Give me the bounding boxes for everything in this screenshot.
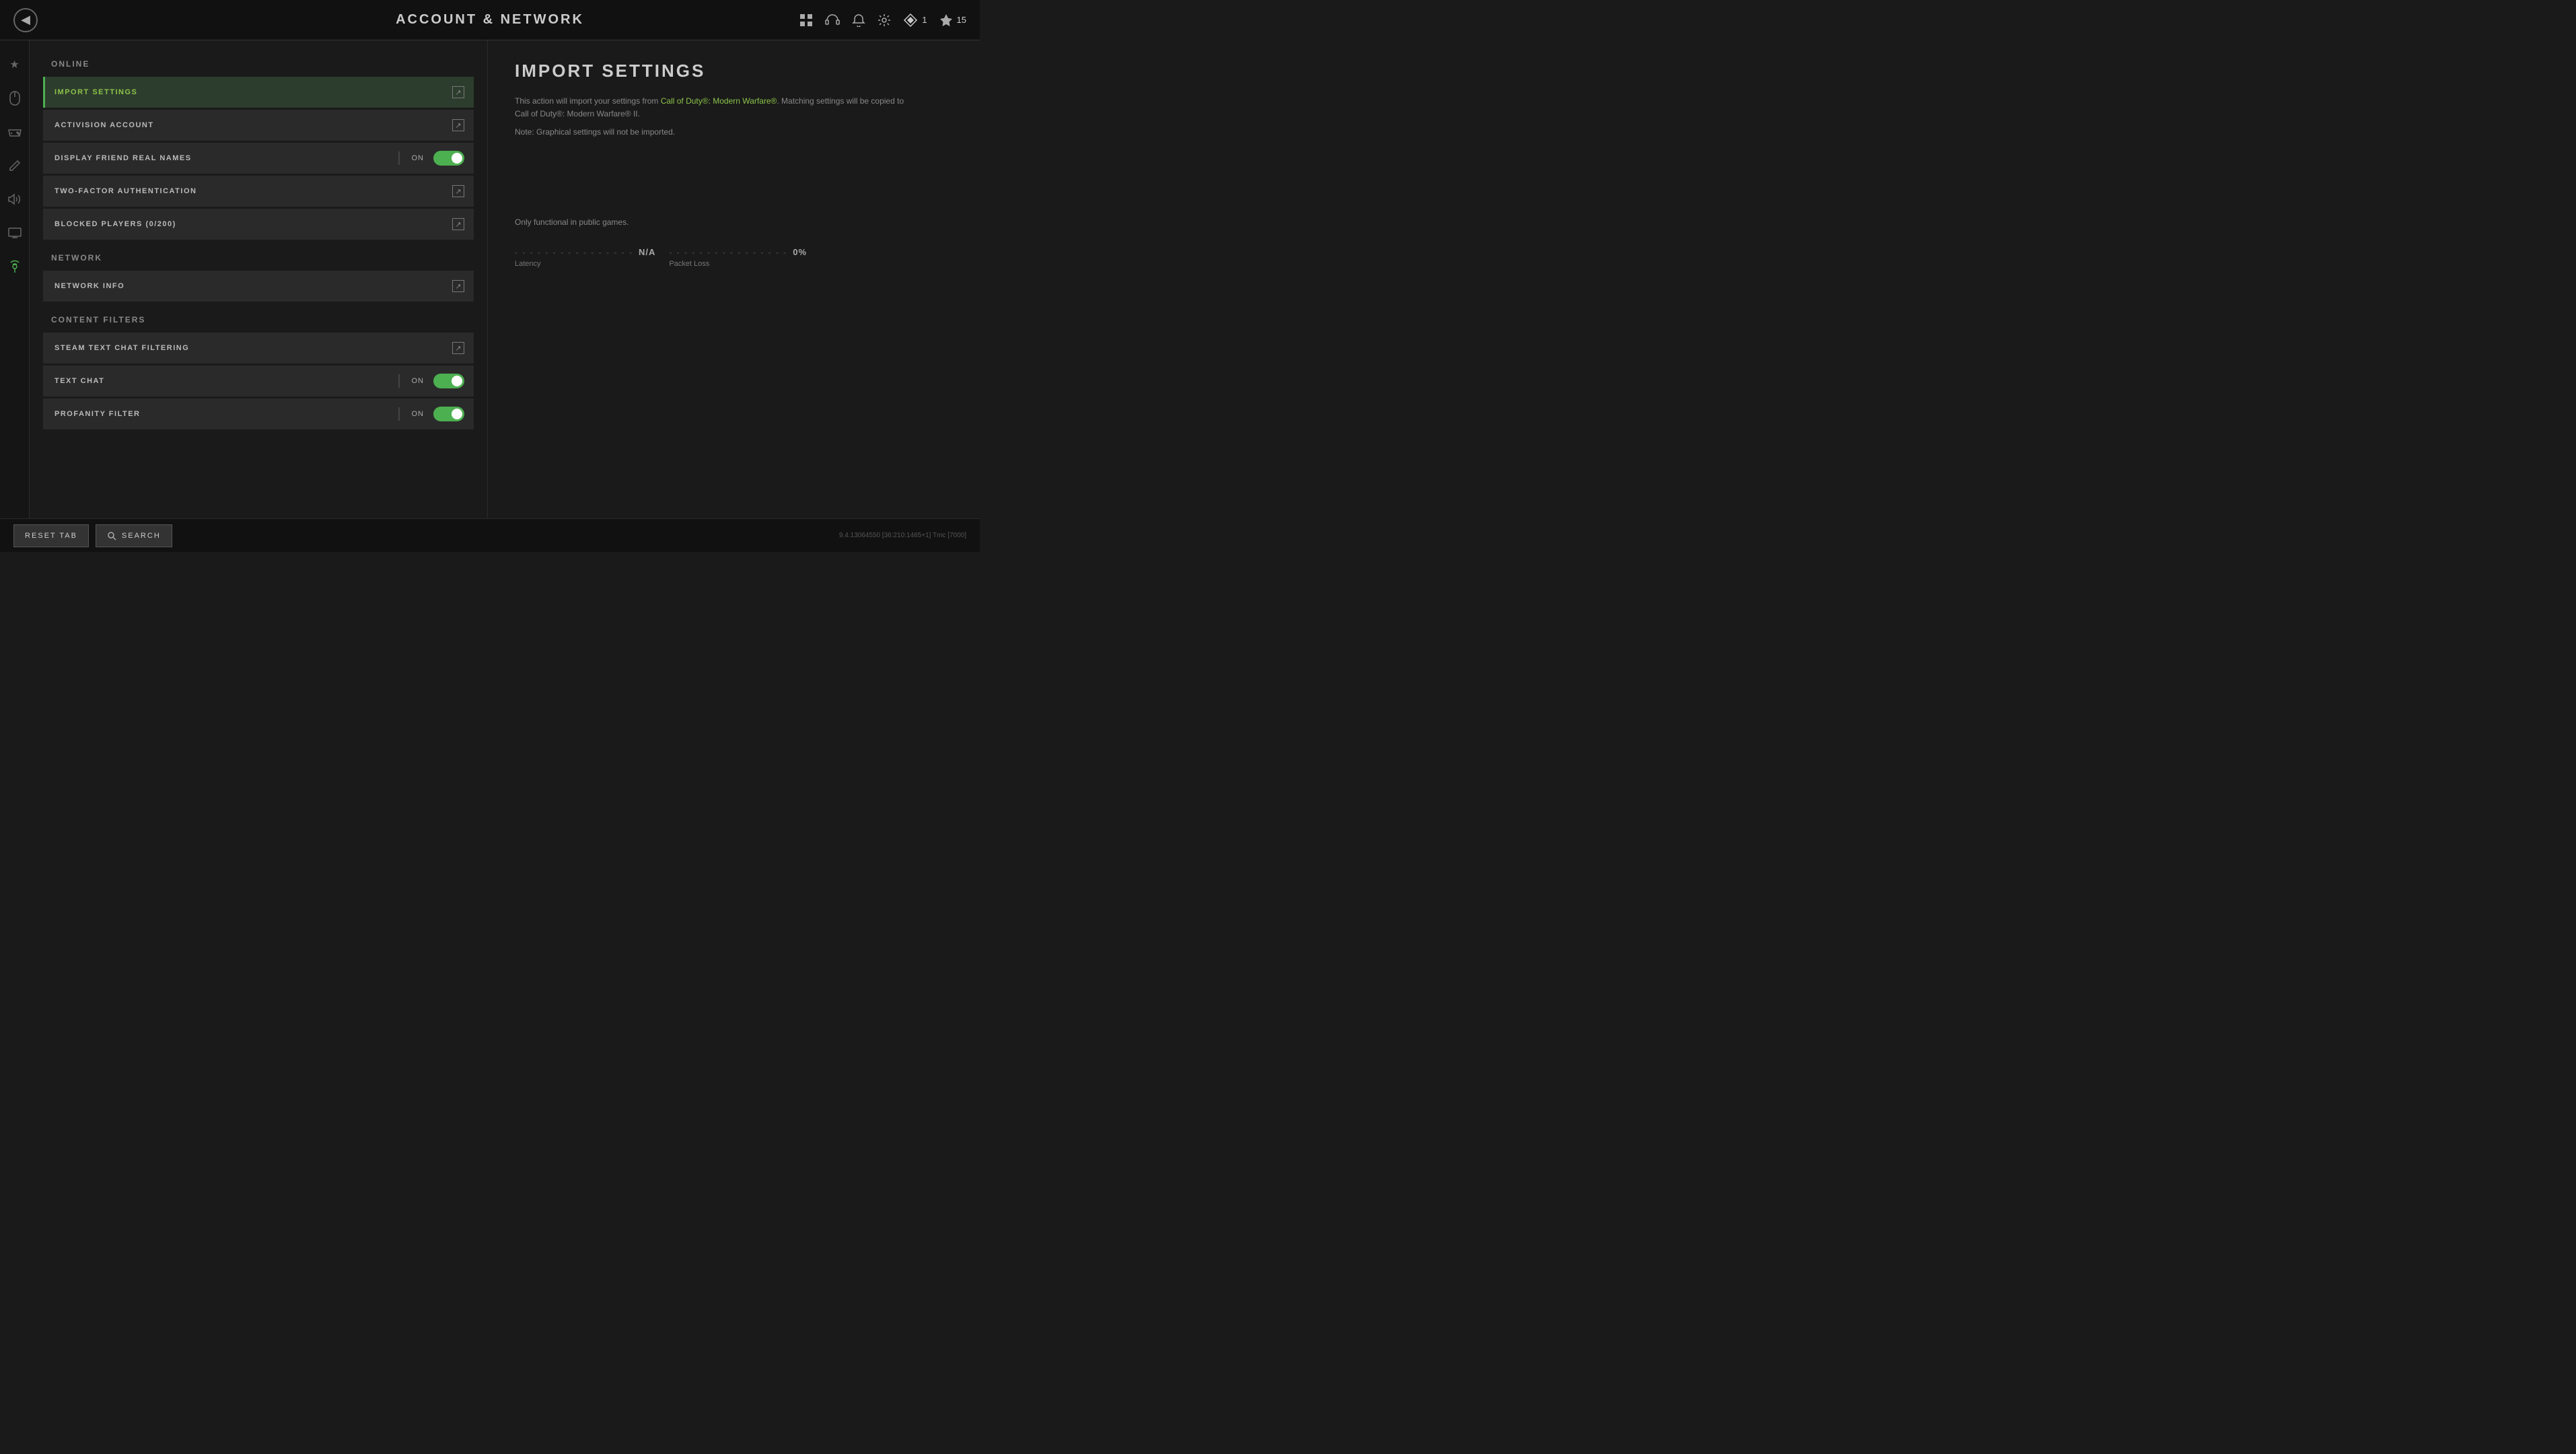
external-link-icon-2 <box>452 119 464 131</box>
display-friend-names-value: ON <box>402 154 434 162</box>
latency-value: N/A <box>639 247 655 257</box>
back-button[interactable]: ◀ <box>13 8 38 32</box>
headset-icon[interactable] <box>825 13 840 27</box>
settings-item-steam-text-chat[interactable]: STEAM TEXT CHAT FILTERING <box>43 333 474 364</box>
settings-item-import-settings[interactable]: IMPORT SETTINGS <box>43 77 474 108</box>
currency-value: 15 <box>957 15 966 25</box>
settings-gear-icon[interactable] <box>878 13 891 27</box>
section-header-content-filters: CONTENT FILTERS <box>43 310 474 330</box>
functional-note: Only functional in public games. <box>515 217 953 227</box>
latency-label: Latency <box>515 260 655 268</box>
settings-panel: ONLINE IMPORT SETTINGS ACTIVISION ACCOUN… <box>30 40 487 518</box>
network-info-label: NETWORK INFO <box>45 282 452 290</box>
reset-tab-button[interactable]: RESET TAB <box>13 524 89 547</box>
back-icon: ◀ <box>21 13 30 27</box>
text-chat-value: ON <box>402 377 434 385</box>
display-friend-names-toggle[interactable] <box>433 151 464 166</box>
divider-2 <box>398 374 400 388</box>
profanity-filter-label: PROFANITY FILTER <box>45 410 396 418</box>
sidebar-icon-antenna[interactable] <box>4 256 26 277</box>
sidebar-icon-speaker[interactable] <box>4 188 26 210</box>
settings-item-activision-account[interactable]: ACTIVISION ACCOUNT <box>43 110 474 141</box>
packet-loss-line: - - - - - - - - - - - - - - - - 0% <box>669 247 807 257</box>
section-header-network: NETWORK <box>43 248 474 268</box>
external-link-icon-4 <box>452 218 464 230</box>
blocked-players-label: BLOCKED PLAYERS (0/200) <box>45 220 452 228</box>
settings-item-profanity-filter[interactable]: PROFANITY FILTER ON <box>43 399 474 429</box>
packet-loss-dashes: - - - - - - - - - - - - - - - - <box>669 248 787 257</box>
display-friend-names-label: DISPLAY FRIEND REAL NAMES <box>45 154 396 162</box>
settings-item-text-chat[interactable]: TEXT CHAT ON <box>43 366 474 396</box>
rank-button[interactable]: 1 <box>903 13 927 28</box>
currency-button[interactable]: 15 <box>939 13 966 27</box>
two-factor-auth-label: TWO-FACTOR AUTHENTICATION <box>45 187 452 195</box>
latency-group: - - - - - - - - - - - - - - - - N/A Late… <box>515 247 655 268</box>
profanity-filter-toggle[interactable] <box>433 407 464 421</box>
grid-icon[interactable] <box>799 13 813 27</box>
text-chat-label: TEXT CHAT <box>45 377 396 385</box>
import-settings-label: IMPORT SETTINGS <box>45 88 452 96</box>
section-header-online: ONLINE <box>43 54 474 74</box>
desc-highlight: Call of Duty®: Modern Warfare® <box>661 96 777 106</box>
external-link-icon-6 <box>452 342 464 354</box>
sidebar-icon-display[interactable] <box>4 222 26 244</box>
divider <box>398 151 400 165</box>
activision-account-label: ACTIVISION ACCOUNT <box>45 121 452 129</box>
header: ◀ ACCOUNT & NETWORK <box>0 0 980 40</box>
settings-item-two-factor-auth[interactable]: TWO-FACTOR AUTHENTICATION <box>43 176 474 207</box>
right-panel-title: IMPORT SETTINGS <box>515 61 953 81</box>
header-icons: 1 15 <box>799 13 966 28</box>
reset-tab-label: RESET TAB <box>25 532 77 540</box>
sidebar-icon-pencil[interactable] <box>4 155 26 176</box>
settings-item-blocked-players[interactable]: BLOCKED PLAYERS (0/200) <box>43 209 474 240</box>
search-button[interactable]: SEARCH <box>96 524 172 547</box>
bottom-bar: RESET TAB SEARCH 9.4.13064550 [36:210:14… <box>0 518 980 552</box>
packet-loss-value: 0% <box>793 247 807 257</box>
sidebar-icons: ★ <box>0 40 30 518</box>
sidebar-icon-controller[interactable] <box>4 121 26 143</box>
latency-dashes: - - - - - - - - - - - - - - - - <box>515 248 633 257</box>
version-info: 9.4.13064550 [36:210:1465+1] Tmc [7000] <box>839 532 966 539</box>
network-stats: - - - - - - - - - - - - - - - - N/A Late… <box>515 247 953 268</box>
divider-3 <box>398 407 400 421</box>
text-chat-toggle[interactable] <box>433 374 464 388</box>
latency-line: - - - - - - - - - - - - - - - - N/A <box>515 247 655 257</box>
packet-loss-label: Packet Loss <box>669 260 807 268</box>
external-link-icon-5 <box>452 280 464 292</box>
settings-item-display-friend-names[interactable]: DISPLAY FRIEND REAL NAMES ON <box>43 143 474 174</box>
search-label: SEARCH <box>122 532 161 540</box>
desc-prefix: This action will import your settings fr… <box>515 96 661 106</box>
page-title: ACCOUNT & NETWORK <box>396 12 584 28</box>
bell-icon[interactable] <box>852 13 865 27</box>
external-link-icon <box>452 86 464 98</box>
search-icon <box>107 531 116 541</box>
right-panel-description: This action will import your settings fr… <box>515 95 905 120</box>
settings-item-network-info[interactable]: NETWORK INFO <box>43 271 474 302</box>
sidebar-icon-star[interactable]: ★ <box>4 54 26 75</box>
right-panel-note: Note: Graphical settings will not be imp… <box>515 127 953 137</box>
sidebar-icon-mouse[interactable] <box>4 88 26 109</box>
packet-loss-group: - - - - - - - - - - - - - - - - 0% Packe… <box>669 247 807 268</box>
right-panel: IMPORT SETTINGS This action will import … <box>487 40 980 518</box>
main-layout: ★ <box>0 40 980 518</box>
rank-value: 1 <box>922 15 927 25</box>
profanity-filter-value: ON <box>402 410 434 418</box>
external-link-icon-3 <box>452 185 464 197</box>
steam-text-chat-label: STEAM TEXT CHAT FILTERING <box>45 344 452 352</box>
